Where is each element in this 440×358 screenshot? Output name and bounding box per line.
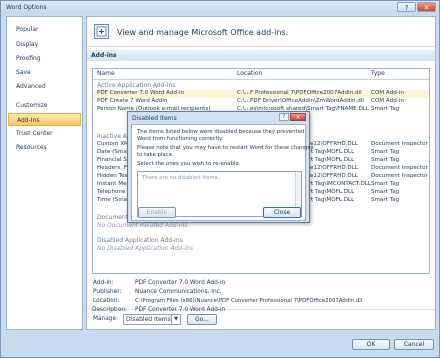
row-type: Document Inspector [371, 165, 428, 171]
row-name: Financial Sy [97, 157, 131, 163]
manage-selected: Disabled Items [126, 316, 171, 323]
sidebar-item-display[interactable]: Display [8, 38, 81, 51]
detail-location-value: C:\Program Files (x86)\Nuance\PDF Conver… [135, 298, 363, 304]
dialog-title: Disabled Items [132, 115, 177, 122]
dialog-help-button[interactable]: ? [279, 113, 289, 121]
sidebar-item-proofing[interactable]: Proofing [8, 52, 81, 65]
row-name: PDF Converter 7.0 Word Add-in [97, 90, 185, 96]
dialog-text-3: Please note that you may have to restart… [137, 145, 314, 151]
detail-description-value: PDF Converter 7.0 Word Add-in [135, 307, 226, 313]
header-divider [93, 79, 429, 80]
row-type: Smart Tag [371, 197, 400, 203]
row-location: C:\...F Professional 7\PDFOffice2007Addi… [237, 90, 362, 96]
sidebar-item-add-ins[interactable]: Add-Ins [8, 113, 81, 126]
dialog-text-4: to take place. [137, 152, 174, 158]
cancel-button[interactable]: Cancel [394, 339, 434, 350]
dialog-text-1: The items listed below were disabled bec… [137, 129, 305, 135]
detail-publisher-label: Publisher: [93, 289, 122, 295]
sidebar-item-customize[interactable]: Customize [8, 99, 81, 112]
close-button[interactable]: Close [263, 207, 301, 218]
sidebar-item-popular[interactable]: Popular [8, 23, 81, 36]
group-active: Active Application Add-ins [97, 82, 176, 89]
sidebar: Popular Display Proofing Save Advanced C… [6, 16, 83, 330]
row-type: Smart Tag [371, 181, 400, 187]
dialog-close-icon[interactable]: ✕ [290, 113, 306, 121]
group-document-empty: No Document Related Add-ins [97, 222, 188, 229]
column-header-type[interactable]: Type [371, 70, 385, 77]
detail-location-label: Location: [93, 298, 120, 304]
help-button[interactable]: ? [397, 2, 416, 12]
window-title: Word Options [6, 4, 47, 11]
row-location: C:\...PDF Driver\OfficeAddin\ZmWordAddin… [237, 98, 364, 104]
ok-button[interactable]: OK [352, 339, 390, 350]
row-type: Smart Tag [371, 106, 400, 112]
row-type: COM Add-in [371, 98, 404, 104]
sidebar-item-advanced[interactable]: Advanced [8, 80, 81, 93]
close-window-button[interactable]: ✕ [417, 2, 436, 12]
disabled-items-dialog: Disabled Items ? ✕ The items listed belo… [127, 111, 314, 223]
row-name: Hidden Text [97, 173, 130, 179]
row-location: ...art Tag\IMCONTACT.DLL [300, 181, 372, 187]
column-header-name[interactable]: Name [97, 70, 115, 77]
dialog-text-5: Select the ones you wish to re-enable. [137, 161, 241, 167]
row-type: Smart Tag [371, 157, 400, 163]
page-title: View and manage Microsoft Office add-ins… [117, 28, 289, 37]
detail-addin-label: Add-in: [93, 280, 114, 286]
go-button[interactable]: Go... [187, 314, 217, 325]
add-ins-icon [94, 24, 109, 39]
row-name: Instant Mes [97, 181, 130, 187]
detail-description-label: Description: [92, 307, 127, 313]
manage-label: Manage: [93, 316, 118, 322]
table-row[interactable]: PDF Create 7 Word Addin C:\...PDF Driver… [94, 98, 428, 106]
row-type: Smart Tag [371, 149, 400, 155]
title-bar: Word Options ? ✕ [1, 1, 439, 14]
sidebar-item-trust-center[interactable]: Trust Center [8, 127, 81, 140]
row-type: Document Inspector [371, 141, 428, 147]
column-header-location[interactable]: Location [237, 70, 262, 77]
row-name: PDF Create 7 Word Addin [97, 98, 168, 104]
panel-header: View and manage Microsoft Office add-ins… [87, 17, 435, 47]
table-row[interactable]: PDF Converter 7.0 Word Add-in C:\...F Pr… [94, 90, 428, 98]
sidebar-item-save[interactable]: Save [8, 66, 81, 79]
chevron-down-icon[interactable]: ▼ [171, 315, 180, 324]
dialog-text-2: Word from functioning correctly. [137, 136, 224, 142]
row-type: Document Inspector [371, 173, 428, 179]
row-type: Smart Tag [371, 189, 400, 195]
section-heading: Add-ins [87, 50, 435, 61]
row-type: COM Add-in [371, 90, 404, 96]
group-disabled: Disabled Application Add-ins [97, 237, 183, 244]
sidebar-item-resources[interactable]: Resources [8, 141, 81, 154]
empty-list-message: There are no disabled items. [142, 175, 220, 181]
group-disabled-empty: No Disabled Application Add-ins [97, 245, 193, 252]
row-name: Headers, Fo [97, 165, 131, 171]
detail-publisher-value: Nuance Communications, Inc. [135, 289, 222, 295]
enable-button[interactable]: Enable [138, 207, 176, 218]
detail-addin-value: PDF Converter 7.0 Word Add-in [135, 280, 226, 286]
manage-dropdown[interactable]: Disabled Items ▼ [123, 314, 181, 325]
word-options-window: Word Options ? ✕ Popular Display Proofin… [0, 0, 440, 358]
